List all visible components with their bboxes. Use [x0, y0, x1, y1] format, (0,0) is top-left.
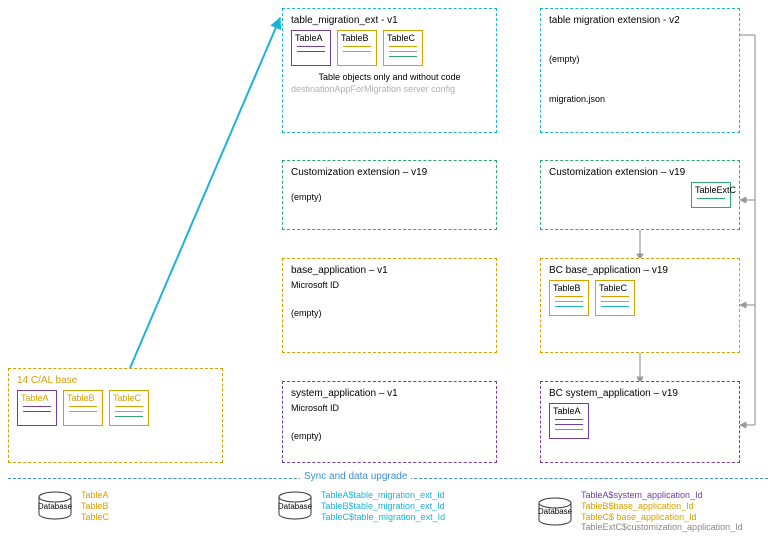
customization-v19-box: Customization extension – v19 (empty)	[282, 160, 497, 230]
sync-label: Sync and data upgrade	[300, 471, 411, 482]
migration-ext-v1-footer: destinationAppForMigration server config	[291, 84, 488, 94]
mini-table-name: TableA	[295, 33, 327, 43]
sys-app-v1-title: system_application – v1	[291, 388, 488, 399]
mini-table-lines	[67, 406, 99, 413]
base-app-v1-title: base_application – v1	[291, 265, 488, 276]
customization-v19-box-col3: Customization extension – v19 TableExtC	[540, 160, 740, 230]
cal-base-box: 14 C/AL base TableA TableB TableC	[8, 368, 223, 463]
customization-v19-col3-title: Customization extension – v19	[549, 167, 731, 178]
db-line: TableA$system_application_Id	[581, 490, 743, 501]
cal-base-tables: TableA TableB TableC	[17, 390, 214, 426]
mini-table: TableA	[549, 403, 589, 439]
mini-table: TableB	[549, 280, 589, 316]
mini-table-lines	[295, 46, 327, 53]
bc-sys-app-title: BC system_application – v19	[549, 388, 731, 399]
mini-table-lines	[341, 46, 373, 53]
migration-ext-v2-footer: migration.json	[549, 94, 731, 104]
mini-table: TableA	[291, 30, 331, 66]
customization-v19-col3-tables: TableExtC	[549, 182, 731, 208]
db-line: TableB$base_application_Id	[581, 501, 743, 512]
migration-ext-v2-body: (empty)	[549, 54, 731, 64]
db-label: Database	[38, 502, 72, 511]
base-app-v1-body: (empty)	[291, 308, 488, 318]
db-line: TableB$table_migration_ext_Id	[321, 501, 445, 512]
cal-base-title: 14 C/AL base	[17, 375, 214, 386]
db-line: TableA	[81, 490, 109, 501]
sys-app-v1-body: (empty)	[291, 431, 488, 441]
db-col2: Database TableA$table_migration_ext_IdTa…	[275, 490, 445, 522]
mini-table-name: TableB	[341, 33, 373, 43]
database-icon: Database	[535, 498, 575, 526]
database-icon: Database	[275, 492, 315, 520]
migration-ext-v2-title: table migration extension - v2	[549, 15, 731, 26]
bc-base-app-title: BC base_application – v19	[549, 265, 731, 276]
mini-table-name: TableC	[599, 283, 631, 293]
mini-table: TableC	[595, 280, 635, 316]
mini-table: TableExtC	[691, 182, 731, 208]
db-line: TableC	[81, 512, 109, 523]
bc-sys-app-tables: TableA	[549, 403, 731, 439]
mini-table-name: TableB	[553, 283, 585, 293]
db-line: TableC$table_migration_ext_Id	[321, 512, 445, 523]
db-line: TableC$ base_application_Id	[581, 512, 743, 523]
mini-table-lines	[387, 46, 419, 58]
mini-table: TableB	[63, 390, 103, 426]
customization-v19-body: (empty)	[291, 192, 488, 202]
db-col1-lines: TableATableBTableC	[81, 490, 109, 522]
base-app-v1-box: base_application – v1 Microsoft ID (empt…	[282, 258, 497, 353]
db-col2-lines: TableA$table_migration_ext_IdTableB$tabl…	[321, 490, 445, 522]
bc-base-app-tables: TableB TableC	[549, 280, 731, 316]
mini-table-name: TableB	[67, 393, 99, 403]
mini-table-name: TableA	[21, 393, 53, 403]
db-line: TableB	[81, 501, 109, 512]
db-col1: Database TableATableBTableC	[35, 490, 109, 522]
migration-ext-v1-title: table_migration_ext - v1	[291, 15, 488, 26]
mini-table-lines	[21, 406, 53, 413]
mini-table: TableC	[383, 30, 423, 66]
customization-v19-title: Customization extension – v19	[291, 167, 488, 178]
mini-table-lines	[599, 296, 631, 308]
db-col3: Database TableA$system_application_IdTab…	[535, 490, 743, 533]
migration-ext-v1-caption: Table objects only and without code	[291, 72, 488, 82]
mini-table: TableC	[109, 390, 149, 426]
db-line: TableExtC$customization_application_Id	[581, 522, 743, 533]
mini-table-name: TableC	[113, 393, 145, 403]
sys-app-v1-sub: Microsoft ID	[291, 403, 488, 413]
mini-table: TableB	[337, 30, 377, 66]
mini-table-lines	[113, 406, 145, 418]
bc-sys-app-box: BC system_application – v19 TableA	[540, 381, 740, 463]
migration-ext-v2-box: table migration extension - v2 (empty) m…	[540, 8, 740, 133]
database-icon: Database	[35, 492, 75, 520]
mini-table-name: TableA	[553, 406, 585, 416]
migration-ext-v1-tables: TableA TableB TableC	[291, 30, 488, 66]
base-app-v1-sub: Microsoft ID	[291, 280, 488, 290]
bc-base-app-box: BC base_application – v19 TableB TableC	[540, 258, 740, 353]
mini-table-lines	[695, 198, 727, 200]
mini-table-name: TableC	[387, 33, 419, 43]
sys-app-v1-box: system_application – v1 Microsoft ID (em…	[282, 381, 497, 463]
db-label: Database	[278, 502, 312, 511]
mini-table: TableA	[17, 390, 57, 426]
mini-table-lines	[553, 419, 585, 431]
db-label: Database	[538, 507, 572, 516]
db-line: TableA$table_migration_ext_Id	[321, 490, 445, 501]
db-col3-lines: TableA$system_application_IdTableB$base_…	[581, 490, 743, 533]
migration-ext-v1-box: table_migration_ext - v1 TableATableBTab…	[282, 8, 497, 133]
mini-table-lines	[553, 296, 585, 308]
mini-table-name: TableExtC	[695, 185, 727, 195]
